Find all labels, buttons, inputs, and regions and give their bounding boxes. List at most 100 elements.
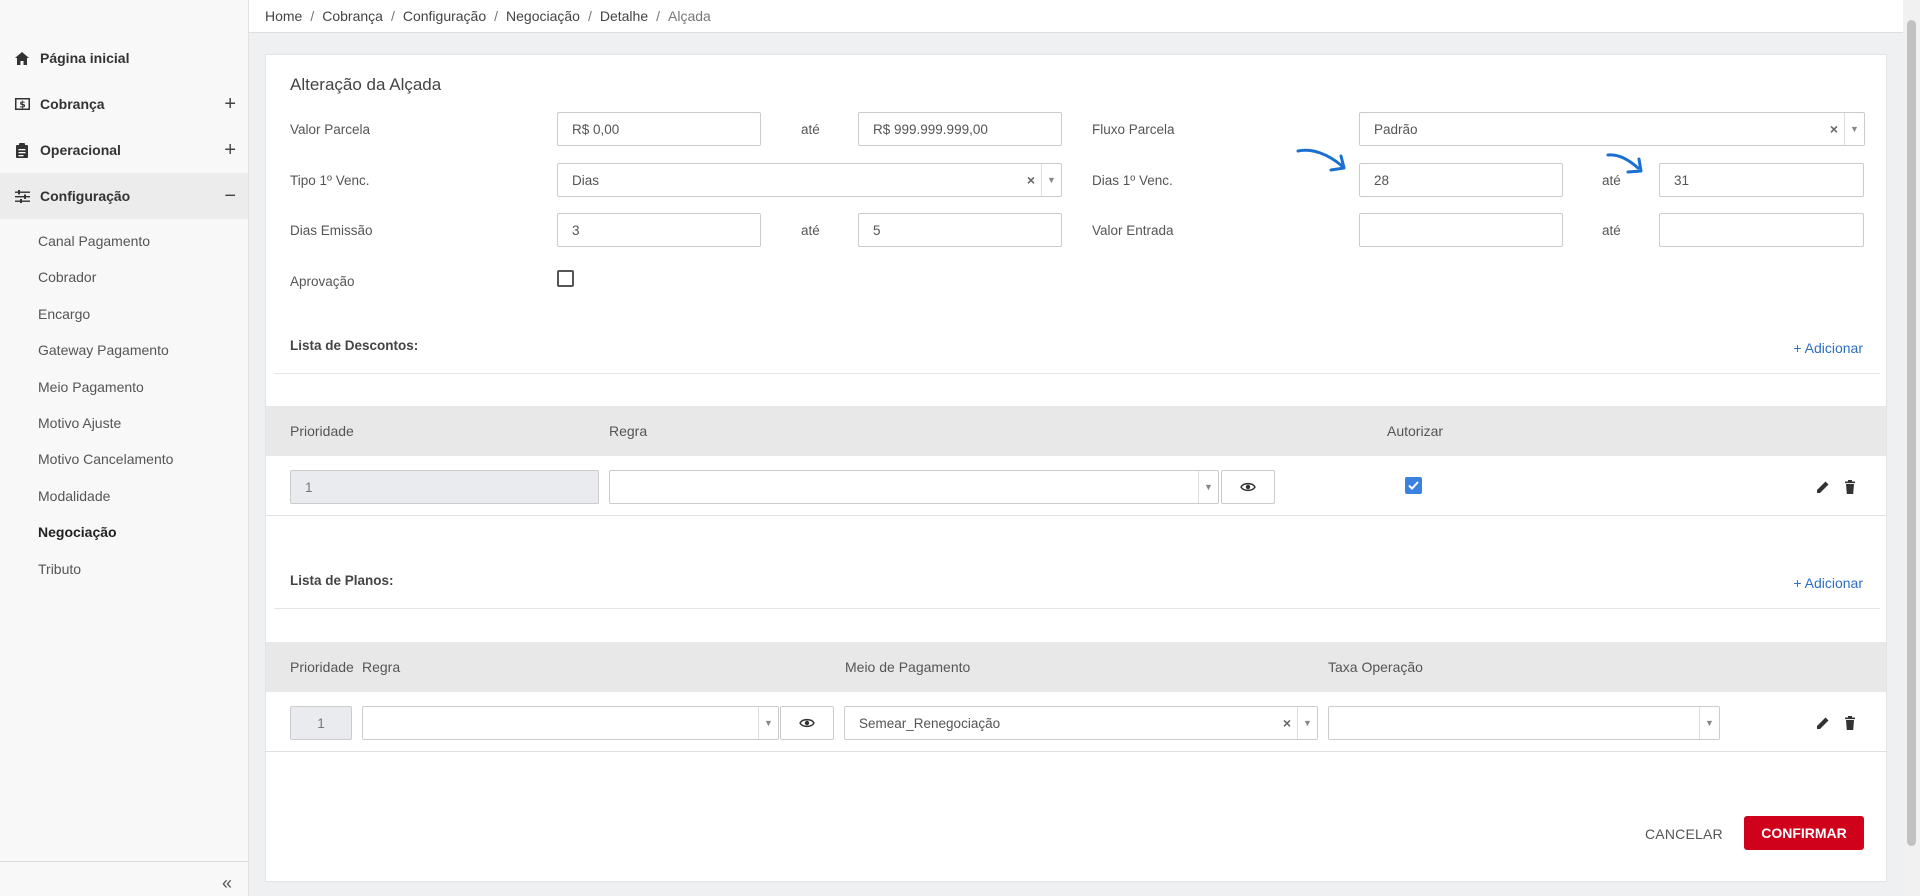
sidebar-subitem-encargo[interactable]: Encargo xyxy=(38,306,90,322)
desconto-autorizar-checkbox[interactable] xyxy=(1405,477,1422,494)
tipo-venc-value: Dias xyxy=(572,172,600,188)
sidebar-item-label: Cobrança xyxy=(40,96,105,112)
sidebar-subitem-gateway-pagamento[interactable]: Gateway Pagamento xyxy=(38,342,169,358)
sidebar-subitem-motivo-ajuste[interactable]: Motivo Ajuste xyxy=(38,415,121,431)
column-header-taxa-operacao: Taxa Operação xyxy=(1328,659,1423,675)
breadcrumb-negociacao[interactable]: Negociação xyxy=(506,8,580,24)
edit-icon[interactable] xyxy=(1816,716,1830,730)
sliders-icon xyxy=(14,188,30,204)
dias-emissao-from-input[interactable]: 3 xyxy=(557,213,761,247)
add-plano-link[interactable]: + Adicionar xyxy=(1793,575,1863,591)
page-title: Alteração da Alçada xyxy=(290,75,442,94)
dias-venc-from-input[interactable]: 28 xyxy=(1359,163,1563,197)
sidebar-subitem-meio-pagamento[interactable]: Meio Pagamento xyxy=(38,379,144,395)
clipboard-icon xyxy=(14,142,30,158)
tipo-venc-label: Tipo 1º Venc. xyxy=(290,173,370,188)
sidebar-item-label: Configuração xyxy=(40,188,131,204)
breadcrumb-detalhe[interactable]: Detalhe xyxy=(600,8,648,24)
money-icon: $ xyxy=(14,96,30,112)
ate-label: até xyxy=(801,122,820,137)
clear-icon[interactable]: × xyxy=(1830,121,1838,137)
column-header-regra: Regra xyxy=(362,659,401,675)
chevron-down-icon[interactable]: ▼ xyxy=(1198,471,1218,503)
collapse-sidebar-icon[interactable]: « xyxy=(222,873,232,894)
breadcrumb: Home / Cobrança / Configuração / Negocia… xyxy=(249,0,1903,33)
descontos-section-title: Lista de Descontos: xyxy=(290,338,419,353)
dias-emissao-label: Dias Emissão xyxy=(290,223,373,238)
column-header-prioridade: Prioridade xyxy=(290,659,354,675)
chevron-down-icon[interactable]: ▼ xyxy=(1844,113,1864,145)
annotation-arrow-icon xyxy=(1606,153,1643,174)
expand-icon[interactable]: + xyxy=(224,93,236,116)
column-header-meio-pagamento: Meio de Pagamento xyxy=(845,659,971,675)
sidebar-subitem-modalidade[interactable]: Modalidade xyxy=(38,488,110,504)
dias-venc-to-input[interactable]: 31 xyxy=(1659,163,1864,197)
valor-parcela-to-input[interactable]: R$ 999.999.999,00 xyxy=(858,112,1062,146)
breadcrumb-configuracao[interactable]: Configuração xyxy=(403,8,486,24)
divider xyxy=(274,373,1880,374)
tipo-venc-select[interactable]: Dias × ▼ xyxy=(557,163,1062,197)
breadcrumb-separator: / xyxy=(494,8,499,24)
breadcrumb-separator: / xyxy=(310,8,315,24)
sidebar-subitem-tributo[interactable]: Tributo xyxy=(38,561,81,577)
divider xyxy=(266,515,1886,516)
clear-icon[interactable]: × xyxy=(1283,715,1291,731)
valor-entrada-to-input[interactable] xyxy=(1659,213,1864,247)
plano-meio-pagamento-value: Semear_Renegociação xyxy=(859,715,1001,731)
breadcrumb-home[interactable]: Home xyxy=(265,8,302,24)
sidebar-subitem-cobrador[interactable]: Cobrador xyxy=(38,269,96,285)
sidebar: Página inicial $ Cobrança + Operacional … xyxy=(0,0,249,896)
column-header-autorizar: Autorizar xyxy=(1387,423,1444,439)
valor-parcela-label: Valor Parcela xyxy=(290,122,371,137)
collapse-icon[interactable]: − xyxy=(224,185,236,208)
fluxo-parcela-select[interactable]: Padrão × ▼ xyxy=(1359,112,1865,146)
sidebar-item-configuracao[interactable]: Configuração − xyxy=(0,173,248,219)
aprovacao-checkbox[interactable] xyxy=(557,270,574,287)
cancel-button[interactable]: CANCELAR xyxy=(1645,826,1723,842)
breadcrumb-separator: / xyxy=(390,8,395,24)
column-header-prioridade: Prioridade xyxy=(290,423,354,439)
confirm-button[interactable]: CONFIRMAR xyxy=(1744,816,1864,850)
plano-taxa-operacao-select[interactable]: ▼ xyxy=(1328,706,1720,740)
sidebar-subitem-canal-pagamento[interactable]: Canal Pagamento xyxy=(38,233,150,249)
scrollbar-thumb[interactable] xyxy=(1907,20,1916,846)
trash-icon[interactable] xyxy=(1843,716,1857,730)
sidebar-item-cobranca[interactable]: $ Cobrança + xyxy=(0,81,248,127)
chevron-down-icon[interactable]: ▼ xyxy=(1699,707,1719,739)
chevron-down-icon[interactable]: ▼ xyxy=(1297,707,1317,739)
column-header-regra: Regra xyxy=(609,423,648,439)
sidebar-subitem-negociacao[interactable]: Negociação xyxy=(38,524,117,540)
chevron-down-icon[interactable]: ▼ xyxy=(1041,164,1061,196)
valor-entrada-label: Valor Entrada xyxy=(1092,223,1174,238)
breadcrumb-separator: / xyxy=(656,8,660,24)
valor-parcela-from-input[interactable]: R$ 0,00 xyxy=(557,112,761,146)
valor-entrada-from-input[interactable] xyxy=(1359,213,1563,247)
chevron-down-icon[interactable]: ▼ xyxy=(758,707,778,739)
sidebar-item-operacional[interactable]: Operacional + xyxy=(0,127,248,173)
expand-icon[interactable]: + xyxy=(224,139,236,162)
ate-label: até xyxy=(1602,223,1621,238)
sidebar-divider xyxy=(0,861,248,862)
view-regra-button[interactable] xyxy=(1221,470,1275,504)
desconto-prioridade-input: 1 xyxy=(290,470,599,504)
plano-meio-pagamento-select[interactable]: Semear_Renegociação × ▼ xyxy=(844,706,1318,740)
view-regra-button[interactable] xyxy=(780,706,834,740)
breadcrumb-separator: / xyxy=(587,8,592,24)
dias-emissao-to-input[interactable]: 5 xyxy=(858,213,1062,247)
trash-icon[interactable] xyxy=(1843,480,1857,494)
svg-text:$: $ xyxy=(19,101,25,111)
add-desconto-link[interactable]: + Adicionar xyxy=(1793,340,1863,356)
sidebar-subitem-motivo-cancelamento[interactable]: Motivo Cancelamento xyxy=(38,451,173,467)
breadcrumb-alcada: Alçada xyxy=(668,8,711,24)
aprovacao-label: Aprovação xyxy=(290,274,355,289)
plano-regra-select[interactable]: ▼ xyxy=(362,706,779,740)
clear-icon[interactable]: × xyxy=(1027,172,1035,188)
vertical-scrollbar[interactable] xyxy=(1903,0,1920,896)
descontos-table-header: Prioridade Regra Autorizar xyxy=(266,406,1886,456)
desconto-regra-select[interactable]: ▼ xyxy=(609,470,1219,504)
edit-icon[interactable] xyxy=(1816,480,1830,494)
breadcrumb-cobranca[interactable]: Cobrança xyxy=(322,8,383,24)
divider xyxy=(266,751,1886,752)
sidebar-item-pagina-inicial[interactable]: Página inicial xyxy=(0,35,248,81)
sidebar-item-label: Operacional xyxy=(40,142,121,158)
